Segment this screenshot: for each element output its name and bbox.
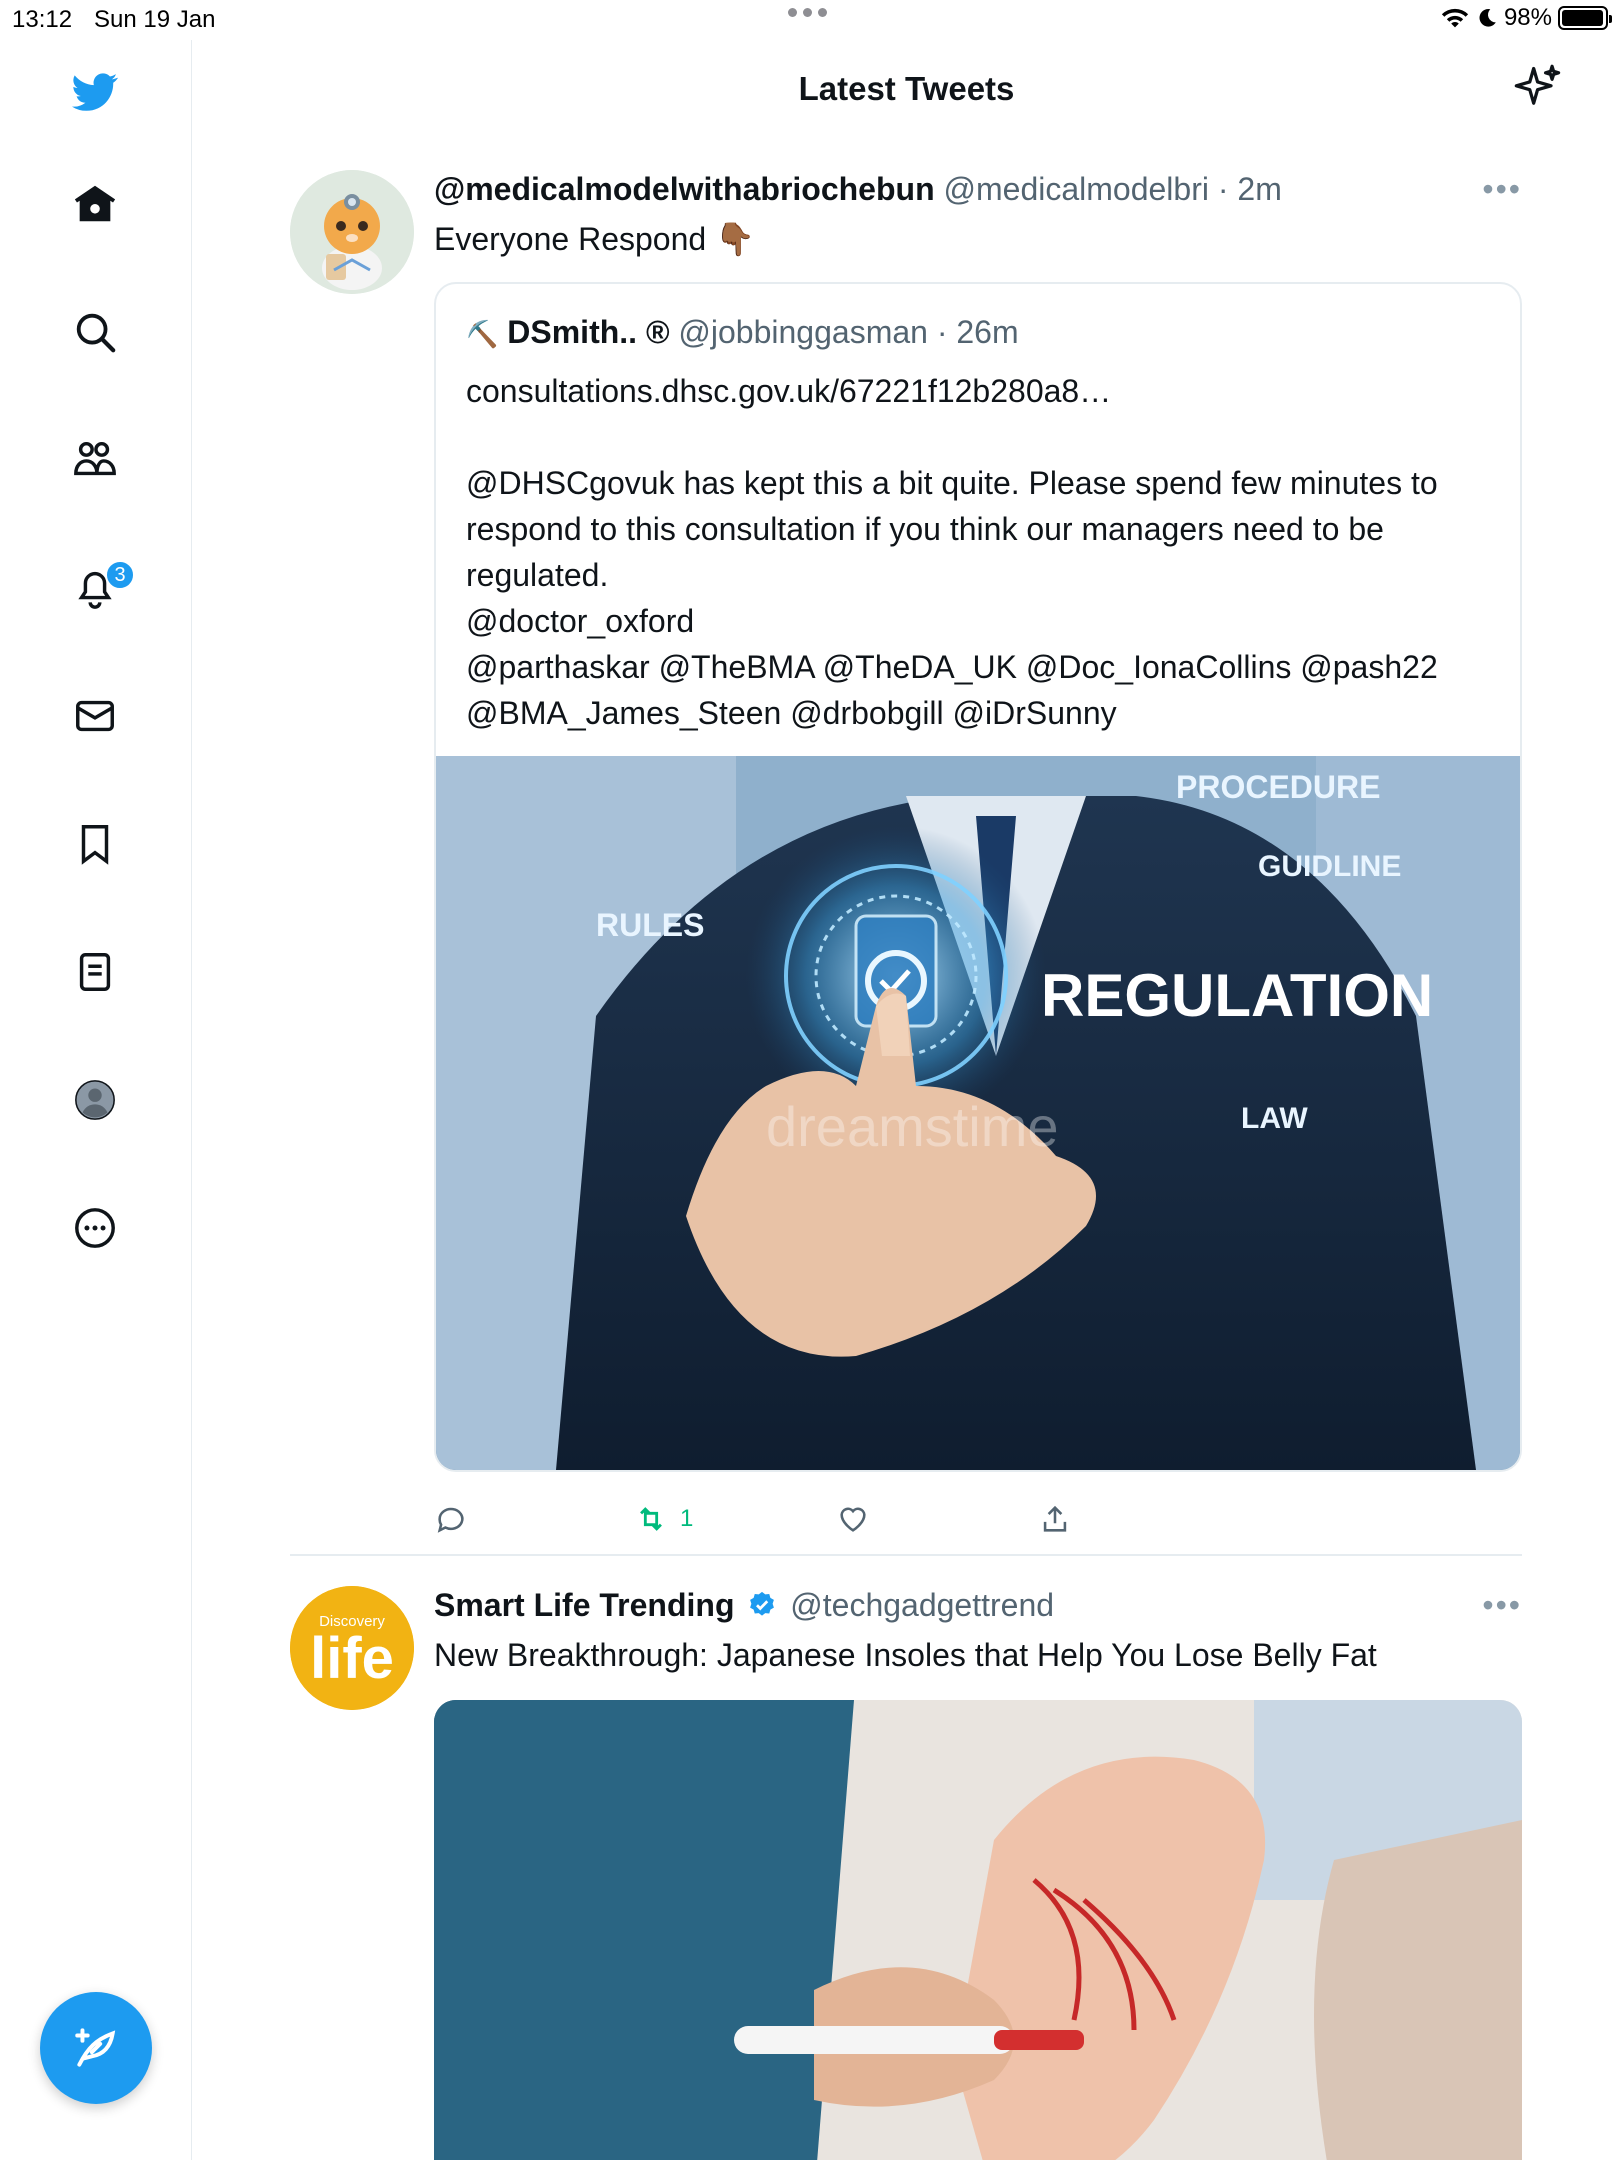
avatar[interactable] <box>290 170 414 294</box>
quote-author-registered: ® <box>645 314 670 350</box>
more-options-icon[interactable]: ••• <box>1482 168 1522 210</box>
heart-icon <box>840 1507 866 1532</box>
like-button[interactable] <box>836 1502 870 1536</box>
quote-image[interactable]: PROCEDURE GUIDLINE RULES REGULATION LAW … <box>436 756 1520 1470</box>
more-options-icon[interactable]: ••• <box>1482 1584 1522 1626</box>
search-icon[interactable] <box>67 304 123 360</box>
share-icon <box>1043 1505 1067 1532</box>
compose-feather-icon <box>75 2028 116 2067</box>
author-handle[interactable]: @techgadgettrend <box>790 1587 1054 1623</box>
twitter-logo-icon[interactable] <box>67 64 123 120</box>
moon-icon <box>1479 8 1496 27</box>
notifications-badge: 3 <box>105 560 135 590</box>
avatar[interactable]: Discovery life <box>290 1586 414 1710</box>
tweet-text: New Breakthrough: Japanese Insoles that … <box>434 1637 1377 1673</box>
label-regulation: REGULATION <box>1041 962 1433 1029</box>
timeline-header: Latest Tweets <box>193 40 1620 140</box>
author-name[interactable]: Smart Life Trending <box>434 1587 734 1623</box>
tweet-body: @medicalmodelwithabriochebun @medicalmod… <box>434 168 1522 1570</box>
label-procedure: PROCEDURE <box>1176 769 1380 805</box>
battery-level <box>1562 10 1604 26</box>
verified-badge-icon <box>750 1591 775 1616</box>
retweet-button[interactable]: 1 <box>634 1502 693 1536</box>
image-watermark: dreamstime <box>766 1095 1059 1158</box>
home-icon[interactable] <box>67 176 123 232</box>
retweet-count: 1 <box>680 1505 694 1532</box>
regulation-illustration: PROCEDURE GUIDLINE RULES REGULATION LAW … <box>436 756 1520 1470</box>
share-button[interactable] <box>1038 1502 1072 1536</box>
battery-percent: 98% <box>1503 4 1552 31</box>
quote-time: · 26m <box>936 314 1019 350</box>
quote-author-emoji: ⛏️ <box>466 319 499 349</box>
reply-icon <box>437 1507 464 1533</box>
reply-button[interactable] <box>434 1502 468 1536</box>
tweet-actions: 1 <box>434 1480 1522 1570</box>
lists-icon[interactable] <box>67 944 123 1000</box>
quote-author-name: DSmith.. <box>507 314 638 350</box>
status-time: 13:12 <box>12 6 73 33</box>
tweet-header: @medicalmodelwithabriochebun @medicalmod… <box>434 168 1522 210</box>
quote-author-handle: @jobbinggasman <box>678 314 928 350</box>
battery-icon <box>1558 6 1612 30</box>
tweet-image[interactable] <box>434 1700 1522 2160</box>
status-date: Sun 19 Jan <box>94 6 216 33</box>
tweet-divider <box>290 1554 1522 1556</box>
avatar-text-main: life <box>310 1626 394 1691</box>
label-rules: RULES <box>596 907 704 943</box>
retweet-icon <box>640 1507 662 1531</box>
notifications-icon[interactable]: 3 <box>67 560 135 616</box>
profile-icon[interactable] <box>67 1072 123 1128</box>
author-name[interactable]: @medicalmodelwithabriochebun <box>434 171 935 207</box>
more-icon[interactable] <box>67 1200 123 1256</box>
label-guidline: GUIDLINE <box>1258 850 1401 883</box>
sidebar: 3 <box>0 40 192 2160</box>
label-law: LAW <box>1241 1102 1308 1135</box>
sparkle-icon[interactable] <box>1512 62 1564 114</box>
tweet-time[interactable]: · 2m <box>1218 171 1282 207</box>
messages-icon[interactable] <box>67 688 123 744</box>
tweet-body: Smart Life Trending @techgadgettrend •••… <box>434 1584 1522 2160</box>
multitasking-dots[interactable] <box>788 8 827 17</box>
quote-text: consultations.dhsc.gov.uk/67221f12b280a8… <box>466 373 1438 731</box>
insole-ad-photo <box>434 1700 1522 2160</box>
wifi-icon <box>1441 8 1469 28</box>
communities-icon[interactable] <box>67 432 123 488</box>
bookmark-icon[interactable] <box>67 816 123 872</box>
status-bar: 13:12 Sun 19 Jan 98% <box>0 0 1620 40</box>
quote-tweet[interactable]: ⛏️ DSmith.. ® @jobbinggasman · 26m consu… <box>434 282 1522 1472</box>
page-title: Latest Tweets <box>798 70 1015 107</box>
tweet-text: Everyone Respond 👇🏾 <box>434 221 755 257</box>
compose-tweet-button[interactable] <box>40 1992 152 2104</box>
status-right: 98% <box>1440 4 1612 32</box>
tweet-header: Smart Life Trending @techgadgettrend ••• <box>434 1584 1522 1626</box>
author-handle[interactable]: @medicalmodelbri <box>944 171 1209 207</box>
quote-header: ⛏️ DSmith.. ® @jobbinggasman · 26m <box>466 310 1490 354</box>
